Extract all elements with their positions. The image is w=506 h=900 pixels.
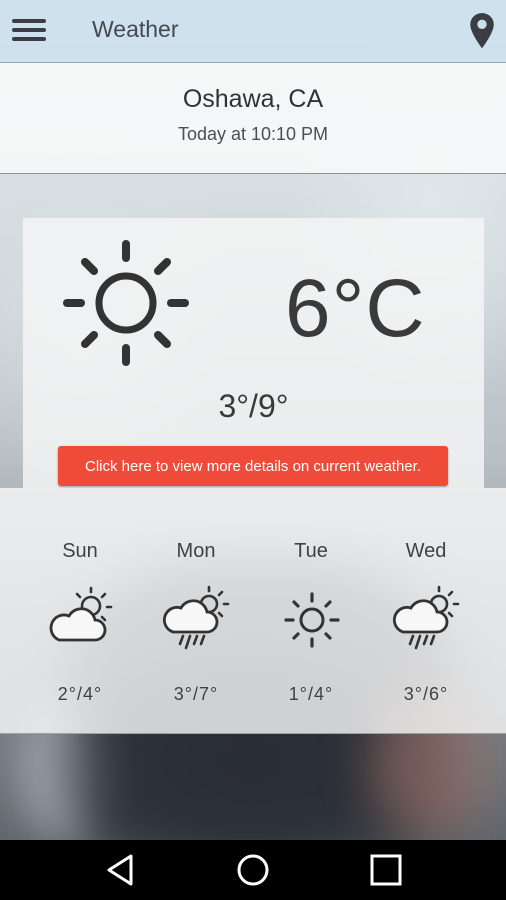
current-temperature: 6°C — [285, 263, 426, 354]
forecast-day[interactable]: Sun 2°/4° — [22, 488, 138, 733]
forecast-temp-range: 3°/7° — [173, 684, 219, 704]
partly-cloudy-icon — [49, 586, 113, 642]
forecast-day-name: Wed — [405, 540, 447, 562]
back-triangle-icon[interactable] — [98, 850, 142, 890]
forecast-temp-range: 3°/6° — [403, 684, 449, 704]
forecast-day-name: Tue — [294, 540, 328, 562]
view-details-button[interactable]: Click here to view more details on curre… — [58, 446, 448, 486]
system-nav-bar — [0, 840, 506, 900]
rain-sun-icon — [393, 585, 460, 650]
location-header: Oshawa, CA Today at 10:10 PM — [0, 63, 506, 174]
location-pin-icon[interactable] — [468, 12, 496, 50]
forecast-temp-range: 2°/4° — [57, 684, 103, 704]
app-title: Weather — [92, 16, 179, 42]
recents-square-icon[interactable] — [364, 850, 408, 890]
forecast-day-name: Sun — [62, 540, 98, 562]
forecast-day[interactable]: Tue 1°/4° — [253, 488, 369, 733]
sun-icon — [284, 592, 340, 648]
sun-icon — [63, 240, 189, 366]
forecast-day[interactable]: Wed 3°/6° — [368, 488, 484, 733]
location-city: Oshawa, CA — [182, 85, 324, 113]
rain-sun-icon — [163, 585, 230, 650]
app-bar: Weather — [0, 0, 506, 63]
forecast-day[interactable]: Mon 3°/7° — [138, 488, 254, 733]
last-updated-time: Today at 10:10 PM — [177, 124, 329, 144]
hamburger-menu-icon[interactable] — [12, 15, 50, 47]
current-temp-range: 3°/9° — [218, 388, 289, 424]
forecast-temp-range: 1°/4° — [288, 684, 334, 704]
forecast-panel: Sun 2°/4° Mon 3°/7° Tue 1°/4° Wed 3°/6° — [0, 488, 506, 734]
current-weather-card: 6°C 3°/9° Click here to view more detail… — [23, 218, 484, 488]
forecast-day-name: Mon — [176, 540, 216, 562]
home-circle-icon[interactable] — [231, 850, 275, 890]
